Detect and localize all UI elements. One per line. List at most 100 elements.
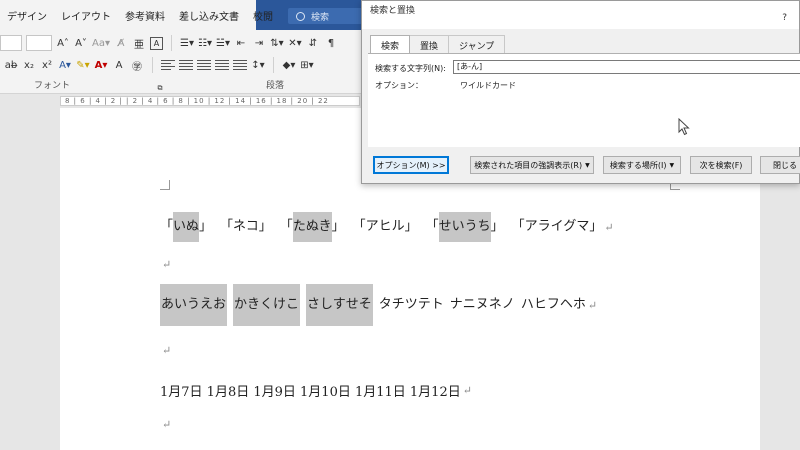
close-button[interactable]: 閉じる xyxy=(760,156,800,174)
find-next-label: 次を検索(F) xyxy=(699,160,743,170)
character-border-icon[interactable]: A xyxy=(150,36,163,50)
options-value: ワイルドカード xyxy=(460,81,516,90)
align-center-icon[interactable] xyxy=(179,57,193,73)
document-text: 「 xyxy=(425,219,439,234)
paragraph-mark: ↵ xyxy=(604,220,614,234)
show-marks-icon[interactable]: ¶ xyxy=(324,35,338,51)
margin-corner-top-left xyxy=(160,180,170,190)
options-label: オプション： xyxy=(375,81,423,90)
ribbon-font-row2: ab̶ x₂ x² A▾ ✎▾ A▾ A ㊫ ↕▾ ◆▾ ⊞▾ xyxy=(4,56,314,74)
paragraph-mark: ↵ xyxy=(587,298,598,312)
document-text: タチツテト xyxy=(378,297,444,312)
clear-format-icon[interactable]: A̸ xyxy=(114,35,128,51)
divider xyxy=(171,35,172,51)
increase-indent-icon[interactable]: ⇥ xyxy=(252,35,266,51)
divider xyxy=(273,57,274,73)
reading-highlight-button[interactable]: 検索された項目の強調表示(R) ▼ xyxy=(470,156,594,174)
tab-design[interactable]: デザイン xyxy=(0,8,54,23)
divider xyxy=(152,57,153,73)
document-text: 」 xyxy=(199,219,213,234)
dialog-title: 検索と置換 xyxy=(370,6,416,16)
tab-goto[interactable]: ジャンプ xyxy=(448,35,506,53)
multilevel-list-icon[interactable]: ☱▾ xyxy=(216,35,230,51)
mouse-pointer-icon xyxy=(678,118,690,136)
tab-replace[interactable]: 置換 xyxy=(409,35,450,53)
change-case-icon[interactable]: Aa▾ xyxy=(92,35,110,51)
dialog-title-bar[interactable]: 検索と置換 ? xyxy=(362,1,799,29)
tab-references[interactable]: 参考資料 xyxy=(118,8,172,23)
horizontal-ruler[interactable]: 8 | 6 | 4 | 2 | | 2 | 4 | 6 | 8 | 10 | 1… xyxy=(60,96,360,106)
document-line-kana: あいうえお かきくけこ さしすせそ タチツテト ナニヌネノ ハヒフヘホ ↵ xyxy=(160,284,597,326)
highlighted-text: たぬき xyxy=(292,212,332,242)
paragraph-group-label: 段落 xyxy=(266,81,285,91)
numbering-icon[interactable]: ☷▾ xyxy=(198,35,212,51)
tab-review[interactable]: 校閲 xyxy=(246,8,280,23)
shading-icon[interactable]: ◆▾ xyxy=(282,57,296,73)
paragraph-mark: ↵ xyxy=(162,257,172,271)
document-text: 」 xyxy=(331,219,345,234)
superscript-icon[interactable]: x² xyxy=(40,57,54,73)
find-what-label: 検索する文字列(N): xyxy=(375,64,446,73)
font-name-combo[interactable] xyxy=(0,35,22,51)
dialog-tabs: 検索 置換 ジャンプ xyxy=(370,35,506,54)
asian-layout-icon[interactable]: ✕▾ xyxy=(288,35,302,51)
sort-icon[interactable]: ⇵ xyxy=(306,35,320,51)
help-icon[interactable]: ? xyxy=(782,13,787,23)
find-what-input[interactable]: [あ-ん] xyxy=(453,60,800,74)
strikethrough-icon[interactable]: ab̶ xyxy=(4,57,18,73)
empty-paragraph: ↵ xyxy=(160,340,171,360)
dropdown-caret-icon: ▼ xyxy=(585,161,590,169)
more-options-label: オプション(M) >> xyxy=(376,160,446,170)
justify-icon[interactable] xyxy=(215,57,229,73)
document-line-animals: 「いぬ」「ネコ」「たぬき」「アヒル」「せいうち」「アライグマ」 ↵ xyxy=(160,212,614,242)
highlighted-text: さしすせそ xyxy=(306,284,373,326)
tab-find[interactable]: 検索 xyxy=(370,35,411,54)
decrease-indent-icon[interactable]: ⇤ xyxy=(234,35,248,51)
search-icon xyxy=(296,11,305,21)
dropdown-caret-icon: ▼ xyxy=(669,161,675,169)
document-text: ナニヌネノ xyxy=(449,297,515,312)
grow-font-icon[interactable]: A˄ xyxy=(56,35,70,51)
highlighter-icon[interactable]: ✎▾ xyxy=(76,57,90,73)
document-text: 「アヒル」 xyxy=(352,219,418,234)
distribute-icon[interactable] xyxy=(233,57,247,73)
document-line-dates: 1月7日 1月8日 1月9日 1月10日 1月11日 1月12日 ↵ xyxy=(160,380,472,400)
search-placeholder: 検索 xyxy=(311,12,330,23)
bullets-icon[interactable]: ☰▾ xyxy=(180,35,194,51)
subscript-icon[interactable]: x₂ xyxy=(22,57,36,73)
align-left-icon[interactable] xyxy=(161,57,175,73)
find-in-label: 検索する場所(I) xyxy=(609,160,667,170)
character-shading-icon[interactable]: A xyxy=(112,57,126,73)
font-color-icon[interactable]: A▾ xyxy=(94,57,108,73)
shrink-font-icon[interactable]: A˅ xyxy=(74,35,88,51)
more-options-button[interactable]: オプション(M) >> xyxy=(373,156,449,174)
find-next-button[interactable]: 次を検索(F) xyxy=(690,156,752,174)
font-size-combo[interactable] xyxy=(26,35,52,51)
tab-mailings[interactable]: 差し込み文書 xyxy=(172,8,246,23)
line-spacing-icon[interactable]: ↕▾ xyxy=(251,57,265,73)
text-direction-icon[interactable]: ⇅▾ xyxy=(270,35,284,51)
reading-highlight-label: 検索された項目の強調表示(R) xyxy=(474,160,583,170)
document-text: 「アライグマ」 xyxy=(511,219,603,234)
document-text: 「 xyxy=(279,219,293,234)
ribbon-font-row1: A˄ A˅ Aa▾ A̸ 亜 A ☰▾ ☷▾ ☱▾ ⇤ ⇥ ⇅▾ ✕▾ ⇵ ¶ xyxy=(0,34,338,52)
find-in-button[interactable]: 検索する場所(I) ▼ xyxy=(603,156,681,174)
empty-paragraph: ↵ xyxy=(160,254,171,274)
find-panel: 検索する文字列(N): [あ-ん] オプション： ワイルドカード xyxy=(368,53,800,147)
document-text: 「ネコ」 xyxy=(220,219,272,234)
highlighted-text: せいうち xyxy=(438,212,491,242)
enclose-characters-icon[interactable]: ㊫ xyxy=(130,57,144,73)
paragraph-mark: ↵ xyxy=(162,343,172,357)
phonetic-guide-icon[interactable]: 亜 xyxy=(132,35,146,51)
borders-icon[interactable]: ⊞▾ xyxy=(300,57,314,73)
align-right-icon[interactable] xyxy=(197,57,211,73)
highlighted-text: いぬ xyxy=(173,212,200,242)
tab-layout[interactable]: レイアウト xyxy=(54,8,118,23)
text-effects-icon[interactable]: A▾ xyxy=(58,57,72,73)
close-label: 閉じる xyxy=(773,160,797,170)
font-group-label: フォント xyxy=(34,81,71,91)
document-text: ハヒフヘホ xyxy=(520,297,586,312)
find-replace-dialog: 検索と置換 ? 検索 置換 ジャンプ 検索する文字列(N): [あ-ん] オプシ… xyxy=(361,0,800,184)
paragraph-mark: ↵ xyxy=(462,383,472,397)
highlighted-text: かきくけこ xyxy=(233,284,301,326)
